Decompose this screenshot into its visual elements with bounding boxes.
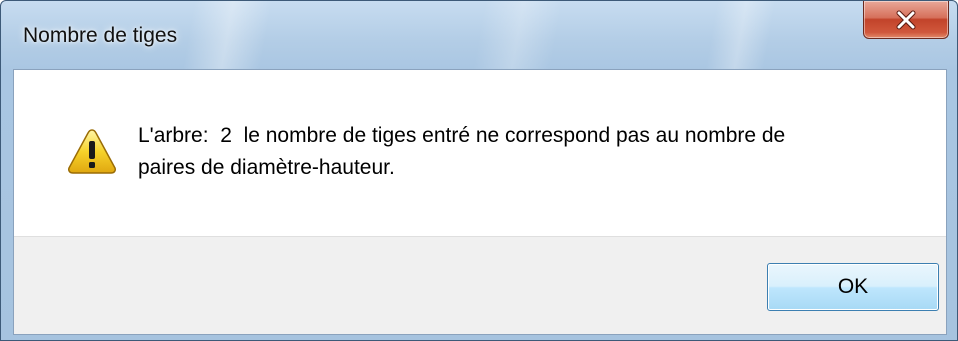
dialog-window: Nombre de tiges L'arbre: 2 le nombre de … <box>0 0 958 341</box>
dialog-content: L'arbre: 2 le nombre de tiges entré ne c… <box>13 69 947 335</box>
ok-button[interactable]: OK <box>767 263 939 311</box>
title-bar[interactable]: Nombre de tiges <box>1 1 957 69</box>
close-button[interactable] <box>863 1 949 39</box>
message-area: L'arbre: 2 le nombre de tiges entré ne c… <box>14 70 946 236</box>
window-title: Nombre de tiges <box>23 24 178 47</box>
message-text: L'arbre: 2 le nombre de tiges entré ne c… <box>138 124 786 179</box>
button-area: OK <box>14 236 946 334</box>
warning-icon <box>67 128 117 174</box>
close-icon <box>895 10 917 30</box>
